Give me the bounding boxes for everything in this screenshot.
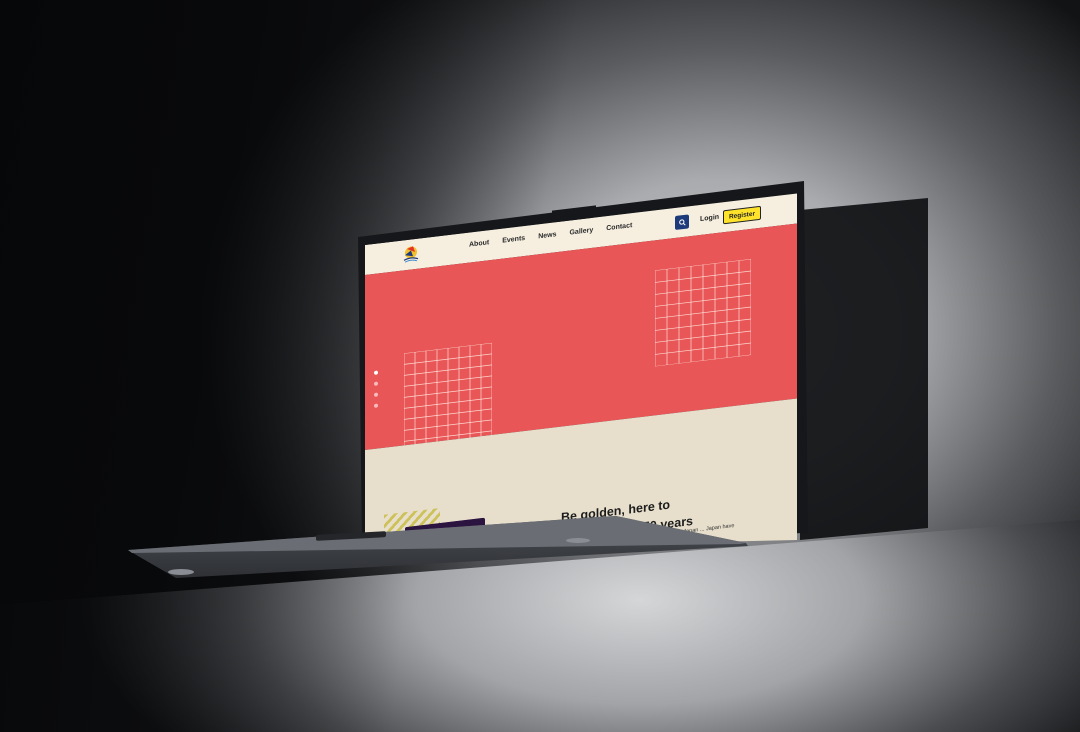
laptop-cast-shadow xyxy=(800,198,928,540)
search-icon xyxy=(678,218,686,226)
nav-news[interactable]: News xyxy=(538,231,556,247)
laptop-foot xyxy=(168,569,194,575)
register-button[interactable]: Register xyxy=(723,205,761,225)
slider-dot[interactable] xyxy=(374,403,378,408)
grid-decoration xyxy=(655,258,751,367)
search-button[interactable] xyxy=(675,214,689,231)
slider-dots xyxy=(374,370,378,408)
login-link[interactable]: Login xyxy=(700,214,719,223)
nav-contact[interactable]: Contact xyxy=(606,222,632,239)
nav-about[interactable]: About xyxy=(469,239,489,255)
slider-dot[interactable] xyxy=(374,392,378,397)
nav-gallery[interactable]: Gallery xyxy=(569,227,593,244)
logo-icon[interactable] xyxy=(401,243,421,265)
laptop-foot xyxy=(566,538,590,543)
grid-decoration xyxy=(404,342,492,452)
nav-events[interactable]: Events xyxy=(502,235,525,252)
slider-dot[interactable] xyxy=(374,381,378,386)
slider-dot[interactable] xyxy=(374,370,378,375)
